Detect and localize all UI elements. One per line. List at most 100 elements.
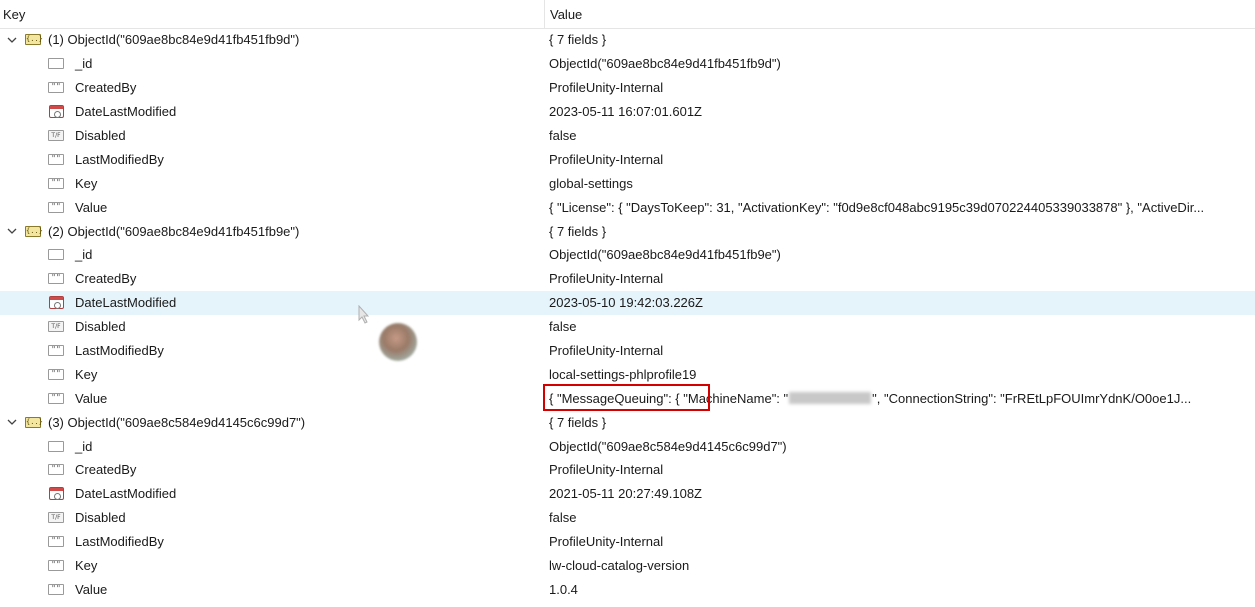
document-icon: {..} (25, 416, 43, 428)
field-row[interactable]: "" Value 1.0.4 (0, 577, 1255, 601)
date-icon (48, 487, 64, 501)
field-key: DateLastModified (75, 486, 177, 502)
field-key: CreatedBy (75, 462, 137, 478)
field-value: { "MessageQueuing": { "MachineName": " ",… (549, 386, 1255, 410)
document-row[interactable]: {..} (1) ObjectId("609ae8bc84e9d41fb451f… (0, 28, 1255, 52)
field-row[interactable]: "" Key lw-cloud-catalog-version (0, 554, 1255, 578)
field-key: LastModifiedBy (75, 343, 164, 359)
document-value: { 7 fields } (549, 32, 607, 48)
boolean-icon: T/F (48, 512, 64, 524)
field-row[interactable]: "" LastModifiedBy ProfileUnity-Internal (0, 339, 1255, 363)
value-column-header[interactable]: Value (550, 7, 582, 22)
chevron-down-icon[interactable] (4, 32, 20, 48)
string-icon: "" (48, 536, 64, 548)
blurred-avatar (379, 323, 417, 361)
field-row[interactable]: _id ObjectId("609ae8bc84e9d41fb451fb9d") (0, 52, 1255, 76)
field-key: LastModifiedBy (75, 534, 164, 550)
field-value: ProfileUnity-Internal (549, 462, 664, 478)
field-value: ObjectId("609ae8c584e9d4145c6c99d7") (549, 438, 787, 454)
string-icon: "" (48, 560, 64, 572)
string-icon: "" (48, 201, 64, 213)
field-row[interactable]: "" LastModifiedBy ProfileUnity-Internal (0, 530, 1255, 554)
field-row[interactable]: T/F Disabled false (0, 124, 1255, 148)
field-value: ProfileUnity-Internal (549, 271, 664, 287)
field-row[interactable]: DateLastModified 2021-05-11 20:27:49.108… (0, 482, 1255, 506)
field-value: 2021-05-11 20:27:49.108Z (549, 486, 702, 502)
field-value: false (549, 128, 577, 143)
boolean-icon: T/F (48, 321, 64, 333)
document-key: (3) ObjectId("609ae8c584e9d4145c6c99d7") (48, 414, 306, 430)
document-tree: {..} (1) ObjectId("609ae8bc84e9d41fb451f… (0, 28, 1255, 601)
field-value: 2023-05-11 16:07:01.601Z (549, 104, 702, 120)
column-resize-handle[interactable] (544, 0, 545, 29)
string-icon: "" (48, 392, 64, 404)
value-suffix: ", "ConnectionString": "FrREtLpFOUImrYdn… (872, 390, 1192, 406)
value-prefix: { "MessageQueuing": { "MachineName": " (549, 390, 789, 406)
field-row[interactable]: DateLastModified 2023-05-11 16:07:01.601… (0, 100, 1255, 124)
objectid-icon (48, 58, 64, 70)
field-key: DateLastModified (75, 295, 177, 311)
redacted-machine-name (789, 392, 872, 405)
boolean-icon: T/F (48, 130, 64, 142)
field-value: false (549, 510, 577, 526)
field-key: _id (75, 247, 93, 263)
document-value: { 7 fields } (549, 223, 607, 239)
field-key: _id (75, 438, 93, 454)
string-icon: "" (48, 464, 64, 476)
field-value: lw-cloud-catalog-version (549, 558, 690, 574)
document-row[interactable]: {..} (3) ObjectId("609ae8c584e9d4145c6c9… (0, 410, 1255, 434)
string-icon: "" (48, 345, 64, 357)
date-icon (48, 296, 64, 310)
field-row[interactable]: "" Key local-settings-phlprofile19 (0, 362, 1255, 386)
string-icon: "" (48, 177, 64, 189)
document-value: { 7 fields } (549, 414, 607, 430)
column-header: Key Value (0, 0, 1255, 29)
field-value: 2023-05-10 19:42:03.226Z (549, 295, 703, 311)
field-row[interactable]: "" Value { "MessageQueuing": { "MachineNa… (0, 386, 1255, 410)
field-key: CreatedBy (75, 271, 137, 287)
field-row[interactable]: "" Value { "License": { "DaysToKeep": 31,… (0, 195, 1255, 219)
field-key: Key (75, 366, 98, 382)
string-icon: "" (48, 82, 64, 94)
field-value: ProfileUnity-Internal (549, 151, 664, 167)
field-row[interactable]: "" LastModifiedBy ProfileUnity-Internal (0, 147, 1255, 171)
field-row[interactable]: "" Key global-settings (0, 171, 1255, 195)
document-row[interactable]: {..} (2) ObjectId("609ae8bc84e9d41fb451f… (0, 219, 1255, 243)
field-key: Value (75, 581, 108, 597)
field-row[interactable]: "" CreatedBy ProfileUnity-Internal (0, 267, 1255, 291)
field-row-selected[interactable]: DateLastModified 2023-05-10 19:42:03.226… (0, 290, 1255, 315)
objectid-icon (48, 249, 64, 261)
field-key: _id (75, 56, 93, 72)
mouse-cursor-icon (358, 305, 370, 324)
field-value: ProfileUnity-Internal (549, 80, 664, 96)
field-value: ProfileUnity-Internal (549, 534, 664, 550)
field-value: local-settings-phlprofile19 (549, 366, 697, 382)
field-value: 1.0.4 (549, 581, 578, 597)
document-icon: {..} (25, 34, 43, 46)
field-value: ObjectId("609ae8bc84e9d41fb451fb9d") (549, 56, 781, 72)
field-value: ObjectId("609ae8bc84e9d41fb451fb9e") (549, 247, 781, 263)
field-row[interactable]: _id ObjectId("609ae8c584e9d4145c6c99d7") (0, 434, 1255, 458)
field-row[interactable]: T/F Disabled false (0, 506, 1255, 530)
field-row[interactable]: T/F Disabled false (0, 315, 1255, 339)
field-value: false (549, 319, 577, 335)
field-key: Value (75, 199, 108, 215)
field-value: global-settings (549, 175, 633, 191)
field-key: Value (75, 390, 108, 406)
document-key: (2) ObjectId("609ae8bc84e9d41fb451fb9e") (48, 223, 300, 239)
string-icon: "" (48, 583, 64, 595)
chevron-down-icon[interactable] (4, 414, 20, 430)
date-icon (48, 105, 64, 119)
field-key: Key (75, 558, 98, 574)
field-value: ProfileUnity-Internal (549, 343, 664, 359)
field-key: Key (75, 175, 98, 191)
string-icon: "" (48, 273, 64, 285)
field-key: CreatedBy (75, 80, 137, 96)
key-column-header[interactable]: Key (3, 7, 25, 22)
chevron-down-icon[interactable] (4, 223, 20, 239)
field-row[interactable]: "" CreatedBy ProfileUnity-Internal (0, 458, 1255, 482)
field-row[interactable]: "" CreatedBy ProfileUnity-Internal (0, 76, 1255, 100)
document-icon: {..} (25, 225, 43, 237)
field-key: DateLastModified (75, 104, 177, 120)
field-row[interactable]: _id ObjectId("609ae8bc84e9d41fb451fb9e") (0, 243, 1255, 267)
